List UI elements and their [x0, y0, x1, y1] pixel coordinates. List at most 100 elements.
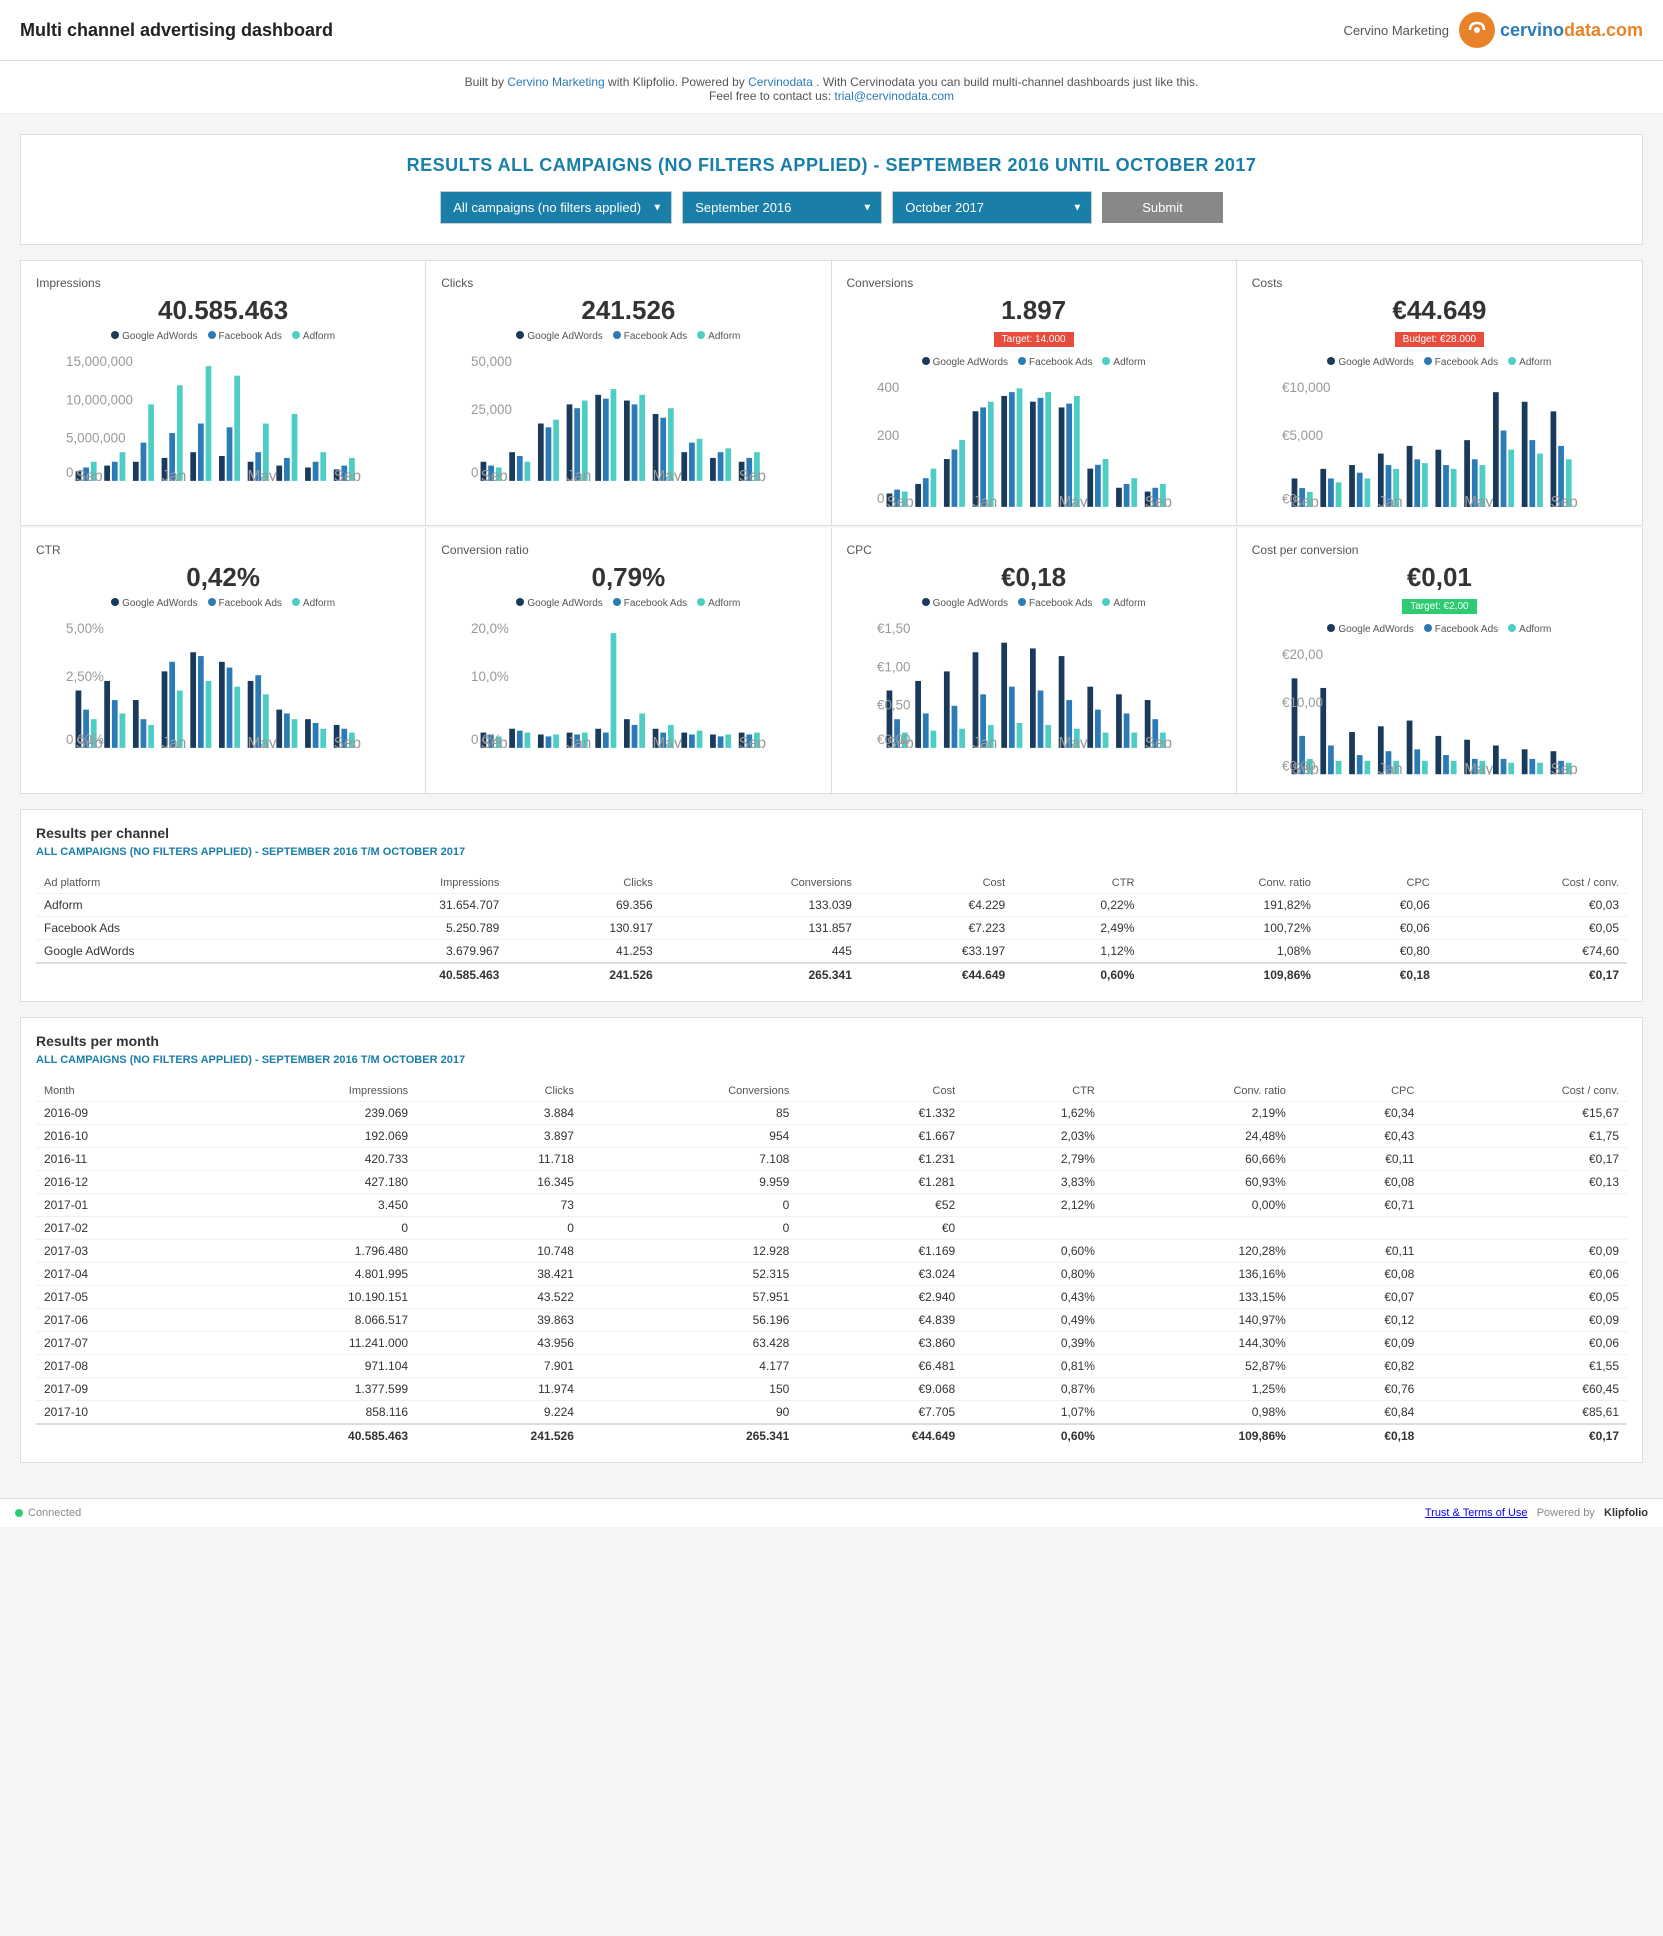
cost-per-conv-legend: Google AdWords Facebook Ads Adform: [1252, 624, 1627, 635]
table-cell: [1294, 1216, 1423, 1239]
col-cr-m: Conv. ratio: [1103, 1081, 1294, 1102]
table-cell: €2.940: [797, 1285, 963, 1308]
svg-text:May: May: [653, 468, 682, 481]
table-cell: €4.839: [797, 1308, 963, 1331]
table-cell: €6.481: [797, 1354, 963, 1377]
submit-button[interactable]: Submit: [1102, 192, 1222, 223]
results-per-month-title: Results per month: [36, 1033, 1627, 1049]
table-cell: 0,49%: [963, 1308, 1103, 1331]
table-cell: 420.733: [204, 1147, 416, 1170]
table-row: 2017-02000€0: [36, 1216, 1627, 1239]
svg-text:€10,000: €10,000: [1282, 380, 1330, 395]
table-cell: 12.928: [582, 1239, 797, 1262]
start-date-select[interactable]: September 2016: [682, 191, 882, 224]
conversions-card: Conversions 1.897 Target: 14.000 Google …: [832, 261, 1237, 525]
table-cell: €0,43: [1294, 1124, 1423, 1147]
table-cell: 10.748: [416, 1239, 582, 1262]
impressions-label: Impressions: [36, 276, 410, 290]
table-cell: 2017-07: [36, 1331, 204, 1354]
table-cell: €15,67: [1422, 1101, 1627, 1124]
table-cell: 0: [582, 1216, 797, 1239]
promo-email[interactable]: trial@cervinodata.com: [834, 89, 954, 103]
svg-text:May: May: [248, 468, 277, 481]
table-cell: 0,80%: [963, 1262, 1103, 1285]
col-conv-ratio: Conv. ratio: [1142, 873, 1319, 894]
legend-facebook-clicks: Facebook Ads: [613, 331, 687, 342]
table-cell: 0,81%: [963, 1354, 1103, 1377]
trust-terms-link[interactable]: Trust & Terms of Use: [1425, 1507, 1528, 1519]
table-cell: €33.197: [860, 939, 1013, 963]
legend-adform-costs: Adform: [1508, 357, 1551, 368]
legend-facebook-cr: Facebook Ads: [613, 598, 687, 609]
table-cell: €0,12: [1294, 1308, 1423, 1331]
logo-icon: [1459, 12, 1495, 48]
table-row: 2016-11420.73311.7187.108€1.2312,79%60,6…: [36, 1147, 1627, 1170]
costs-svg: Sep Jan May Sep €10,000 €5,000 €0: [1282, 373, 1627, 507]
cpc-label: CPC: [847, 543, 1221, 557]
channel-table: Ad platform Impressions Clicks Conversio…: [36, 873, 1627, 986]
table-cell: 1,12%: [1013, 939, 1142, 963]
table-cell: 57.951: [582, 1285, 797, 1308]
end-date-filter-wrap[interactable]: October 2017: [892, 191, 1092, 224]
results-per-channel-section: Results per channel ALL CAMPAIGNS (NO FI…: [20, 809, 1643, 1002]
col-cost: Cost: [860, 873, 1013, 894]
table-cell: 16.345: [416, 1170, 582, 1193]
promo-link-cervino[interactable]: Cervino Marketing: [507, 75, 604, 89]
conversions-svg: Sep Jan May Sep 400 200 0: [877, 373, 1221, 507]
table-row: 2017-044.801.99538.42152.315€3.0240,80%1…: [36, 1262, 1627, 1285]
table-cell: €7.223: [860, 916, 1013, 939]
table-cell: 100,72%: [1142, 916, 1319, 939]
legend-facebook: Facebook Ads: [208, 331, 282, 342]
table-cell: €0,09: [1422, 1308, 1627, 1331]
table-total-cell: 0,60%: [963, 1424, 1103, 1447]
table-cell: €0: [797, 1216, 963, 1239]
table-cell: 3.884: [416, 1101, 582, 1124]
table-cell: 1,25%: [1103, 1377, 1294, 1400]
table-cell: €0,80: [1319, 939, 1438, 963]
promo-link-cervinodata[interactable]: Cervinodata: [748, 75, 813, 89]
cost-per-conv-target: Target: €2,00: [1402, 599, 1476, 614]
svg-text:Sep: Sep: [739, 735, 766, 748]
table-cell: €0,06: [1422, 1331, 1627, 1354]
table-cell: [1422, 1193, 1627, 1216]
campaign-filter-wrap[interactable]: All campaigns (no filters applied): [440, 191, 672, 224]
legend-adform-cr: Adform: [697, 598, 740, 609]
promo-bar: Built by Cervino Marketing with Klipfoli…: [0, 61, 1663, 114]
campaign-filter-select[interactable]: All campaigns (no filters applied): [440, 191, 672, 224]
promo-suffix: . With Cervinodata you can build multi-c…: [816, 75, 1198, 89]
svg-text:Sep: Sep: [886, 494, 913, 507]
table-cell: 2,49%: [1013, 916, 1142, 939]
start-date-filter-wrap[interactable]: September 2016: [682, 191, 882, 224]
table-cell: 858.116: [204, 1400, 416, 1424]
table-row: Facebook Ads5.250.789130.917131.857€7.22…: [36, 916, 1627, 939]
table-cell: 0,60%: [963, 1239, 1103, 1262]
svg-text:0,0%: 0,0%: [471, 732, 502, 747]
table-cell: 2016-12: [36, 1170, 204, 1193]
end-date-select[interactable]: October 2017: [892, 191, 1092, 224]
table-cell: 8.066.517: [204, 1308, 416, 1331]
svg-text:May: May: [248, 735, 277, 748]
legend-adwords-clicks: Google AdWords: [516, 331, 602, 342]
legend-adform-ctr: Adform: [292, 598, 335, 609]
table-cell: 9.224: [416, 1400, 582, 1424]
col-impressions: Impressions: [311, 873, 507, 894]
svg-text:10,0%: 10,0%: [471, 669, 509, 684]
campaign-section: RESULTS ALL CAMPAIGNS (NO FILTERS APPLIE…: [20, 134, 1643, 245]
impressions-value: 40.585.463: [36, 295, 410, 326]
svg-text:May: May: [653, 735, 682, 748]
table-cell: €0,09: [1422, 1239, 1627, 1262]
table-cell: 133,15%: [1103, 1285, 1294, 1308]
table-cell: 0,98%: [1103, 1400, 1294, 1424]
table-cell: 11.718: [416, 1147, 582, 1170]
powered-by-label: Powered by: [1531, 1507, 1601, 1519]
table-cell: 0: [204, 1216, 416, 1239]
table-cell: €60,45: [1422, 1377, 1627, 1400]
table-row: 2017-0711.241.00043.95663.428€3.8600,39%…: [36, 1331, 1627, 1354]
table-cell: €0,71: [1294, 1193, 1423, 1216]
table-cell: Adform: [36, 893, 311, 916]
table-total-cell: 265.341: [661, 963, 860, 986]
svg-text:2,50%: 2,50%: [66, 669, 104, 684]
col-cpcv-m: Cost / conv.: [1422, 1081, 1627, 1102]
table-cell: 191,82%: [1142, 893, 1319, 916]
table-cell: 2,19%: [1103, 1101, 1294, 1124]
